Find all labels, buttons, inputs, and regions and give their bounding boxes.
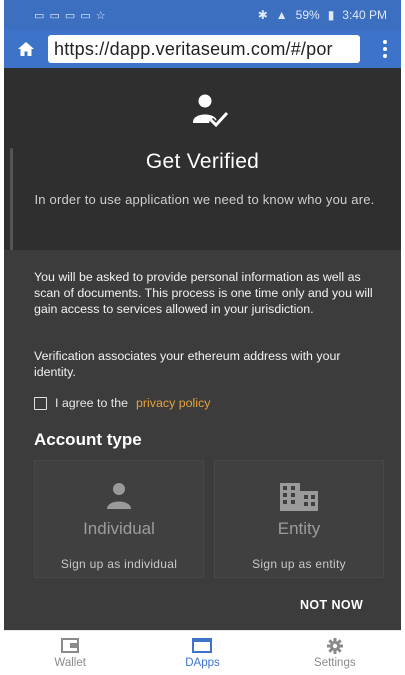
browser-toolbar: https://dapp.veritaseum.com/#/por bbox=[4, 30, 401, 68]
verified-user-icon bbox=[190, 92, 230, 132]
home-icon[interactable] bbox=[12, 35, 40, 63]
status-right: ✱ ▲ 59% ▮ 3:40 PM bbox=[258, 8, 387, 22]
privacy-agreement[interactable]: I agree to the privacy policy bbox=[34, 396, 210, 410]
dapps-icon bbox=[192, 638, 213, 654]
nav-wallet[interactable]: Wallet bbox=[4, 631, 136, 675]
url-field[interactable]: https://dapp.veritaseum.com/#/por bbox=[48, 35, 360, 63]
notification-icons: ▭ ▭ ▭ ▭ ☆ bbox=[34, 9, 107, 22]
signal-icon: ▲ bbox=[275, 8, 288, 22]
agree-label: I agree to the bbox=[55, 396, 129, 410]
ethereum-paragraph: Verification associates your ethereum ad… bbox=[34, 349, 341, 379]
verification-content: You will be asked to provide personal in… bbox=[4, 250, 401, 630]
individual-card[interactable]: Individual Sign up as individual bbox=[34, 460, 204, 578]
entity-title: Entity bbox=[277, 519, 321, 538]
nav-dapps-label: DApps bbox=[185, 656, 220, 669]
bluetooth-icon: ✱ bbox=[257, 8, 268, 22]
verify-header: Get Verified In order to use application… bbox=[4, 68, 401, 268]
page-subtitle: In order to use application we need to k… bbox=[34, 192, 375, 207]
battery-level: 59% bbox=[295, 8, 320, 22]
account-type-title: Account type bbox=[34, 430, 142, 449]
more-vert-icon[interactable] bbox=[377, 35, 393, 63]
info-paragraph: You will be asked to provide personal in… bbox=[34, 270, 373, 316]
battery-icon: ▮ bbox=[327, 8, 335, 22]
nav-dapps[interactable]: DApps bbox=[136, 631, 268, 675]
agree-checkbox[interactable] bbox=[34, 396, 47, 410]
individual-title: Individual bbox=[83, 519, 155, 538]
settings-icon bbox=[325, 637, 345, 654]
building-icon bbox=[215, 481, 383, 513]
entity-subtitle: Sign up as entity bbox=[252, 557, 346, 571]
nav-settings[interactable]: Settings bbox=[269, 631, 401, 675]
page-title: Get Verified bbox=[145, 150, 260, 173]
individual-subtitle: Sign up as individual bbox=[60, 557, 178, 571]
bottom-navigation: Wallet DApps Settings bbox=[4, 630, 401, 675]
nav-wallet-label: Wallet bbox=[54, 656, 86, 669]
wallet-icon bbox=[60, 638, 80, 654]
person-icon bbox=[35, 481, 203, 513]
app-frame: ▭ ▭ ▭ ▭ ☆ ✱ ▲ 59% ▮ 3:40 PM https://dapp… bbox=[4, 0, 401, 675]
clock: 3:40 PM bbox=[342, 8, 387, 22]
privacy-policy-link[interactable]: privacy policy bbox=[136, 396, 210, 410]
not-now-button[interactable]: NOT NOW bbox=[300, 598, 363, 612]
status-bar: ▭ ▭ ▭ ▭ ☆ ✱ ▲ 59% ▮ 3:40 PM bbox=[4, 0, 401, 30]
entity-card[interactable]: Entity Sign up as entity bbox=[214, 460, 384, 578]
nav-settings-label: Settings bbox=[314, 656, 356, 669]
